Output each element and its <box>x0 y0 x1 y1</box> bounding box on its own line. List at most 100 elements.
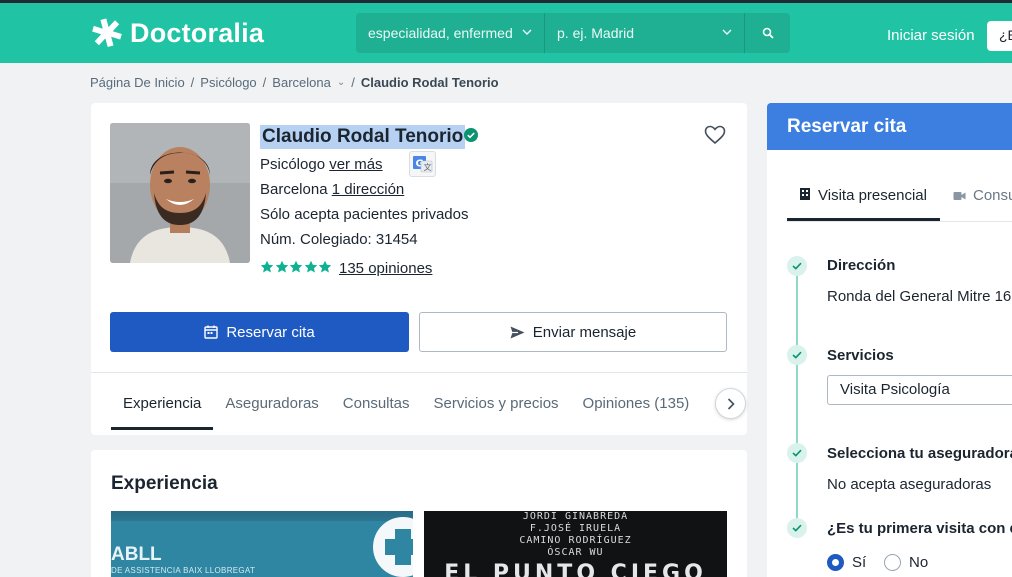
chevron-right-icon <box>727 397 735 410</box>
tab-services-prices[interactable]: Servicios y precios <box>422 373 571 430</box>
star-icon <box>260 260 274 273</box>
first-visit-yes-radio[interactable]: Sí <box>827 554 866 571</box>
calendar-icon <box>204 325 219 339</box>
translate-button[interactable]: G 文 <box>409 151 436 177</box>
tab-insurers[interactable]: Aseguradoras <box>213 373 330 430</box>
chevron-down-icon[interactable]: ⌄ <box>337 77 345 88</box>
send-message-label: Enviar mensaje <box>532 323 637 341</box>
address-label: Dirección <box>827 257 896 274</box>
breadcrumb-specialty[interactable]: Psicólogo <box>200 75 256 90</box>
step-check-icon <box>787 443 807 463</box>
search-bar: especialidad, enfermed p. ej. Madrid <box>356 13 790 53</box>
city-text: Barcelona <box>260 181 328 198</box>
top-navigation-bar: Doctoralia especialidad, enfermed p. ej.… <box>0 0 1012 63</box>
tab-offices[interactable]: Consultas <box>331 373 422 430</box>
svg-text:文: 文 <box>424 162 432 172</box>
building-icon <box>800 188 810 200</box>
rating-stars <box>260 260 333 274</box>
breadcrumb-city[interactable]: Barcelona <box>272 75 331 90</box>
breadcrumb: Página De Inicio / Psicólogo / Barcelona… <box>90 75 499 90</box>
yes-label: Sí <box>852 554 867 571</box>
breadcrumb-home[interactable]: Página De Inicio <box>90 75 185 90</box>
location-line: Barcelona 1 dirección <box>260 181 404 198</box>
poster-title: EL PUNTO CIEGO <box>444 561 707 577</box>
medical-cross-icon <box>373 517 413 577</box>
profile-tabs: Experiencia Aseguradoras Consultas Servi… <box>111 373 714 430</box>
patients-info: Sólo acepta pacientes privados <box>260 206 469 223</box>
step-check-icon <box>787 345 807 365</box>
no-label: No <box>909 554 929 571</box>
experience-image-poster[interactable]: JORDI GINABREDA F.JOSÉ IRUELA CAMINO ROD… <box>424 511 727 577</box>
logo-icon <box>92 18 122 48</box>
experience-card: Experiencia ABLL DE ASSISTENCIA BAIX LLO… <box>91 450 747 577</box>
tab-in-person-visit[interactable]: Visita presencial <box>787 187 940 221</box>
step-check-icon <box>787 518 807 538</box>
tab-next-partial[interactable]: D <box>701 373 714 430</box>
star-icon <box>319 260 332 273</box>
breadcrumb-current: Claudio Rodal Tenorio <box>360 75 499 90</box>
booking-tabs-divider <box>787 221 1012 222</box>
tabs-scroll-right-button[interactable] <box>715 388 746 419</box>
services-label: Servicios <box>827 347 894 364</box>
first-visit-no-radio[interactable]: No <box>884 554 928 571</box>
radio-selected-icon <box>827 554 844 571</box>
doctor-profile-card: Claudio Rodal Tenorio Psicólogo ver más … <box>91 103 747 435</box>
video-camera-icon <box>953 191 966 200</box>
insurance-value: No acepta aseguradoras <box>827 476 992 493</box>
steps-timeline <box>796 265 798 527</box>
specialty-search-input[interactable]: especialidad, enfermed <box>356 13 545 53</box>
clinic-sign-text: ABLL <box>111 544 162 565</box>
insurance-label: Selecciona tu aseguradora <box>827 445 1012 462</box>
doctor-name: Claudio Rodal Tenorio <box>260 125 466 149</box>
chevron-down-icon <box>522 29 532 35</box>
services-select[interactable]: Visita Psicología <box>827 375 1012 405</box>
breadcrumb-separator: / <box>262 75 267 90</box>
step-check-icon <box>787 256 807 276</box>
tab-online-label: Consu <box>973 187 1012 204</box>
tab-experience[interactable]: Experiencia <box>111 373 214 430</box>
search-icon <box>762 27 774 39</box>
poster-credit-line: ÓSCAR WU <box>547 547 604 558</box>
address-link[interactable]: 1 dirección <box>332 181 405 198</box>
book-appointment-button[interactable]: Reservar cita <box>110 312 409 352</box>
location-search-input[interactable]: p. ej. Madrid <box>545 13 745 53</box>
brand-name: Doctoralia <box>130 17 265 48</box>
first-visit-label: ¿Es tu primera visita con es <box>827 520 1012 537</box>
star-icon <box>275 260 288 273</box>
booking-title: Reservar cita <box>767 103 1012 150</box>
address-value: Ronda del General Mitre 16 <box>827 288 1012 305</box>
send-message-button[interactable]: Enviar mensaje <box>419 312 727 352</box>
reviews-link[interactable]: 135 opiniones <box>339 260 432 277</box>
favorite-heart-icon[interactable] <box>704 125 726 145</box>
star-icon <box>289 260 303 273</box>
experience-image-clinic[interactable]: ABLL DE ASSISTENCIA BAIX LLOBREGAT <box>111 511 413 577</box>
see-more-link[interactable]: ver más <box>329 156 382 173</box>
login-link[interactable]: Iniciar sesión <box>887 27 975 44</box>
verified-badge-icon <box>464 128 478 142</box>
specialty-line: Psicólogo ver más <box>260 156 383 173</box>
poster-credit-line: F.JOSÉ IRUELA <box>529 523 622 534</box>
breadcrumb-separator: / <box>190 75 195 90</box>
google-translate-icon: G 文 <box>413 156 433 173</box>
booking-panel: Reservar cita Visita presencial Consu Di… <box>767 103 1012 577</box>
license-number: Núm. Colegiado: 31454 <box>260 231 418 248</box>
poster-credit-line: JORDI GINABREDA <box>522 511 629 522</box>
tab-online-consult[interactable]: Consu <box>953 187 1012 204</box>
send-icon <box>510 326 525 338</box>
doctor-portrait-image <box>110 123 250 263</box>
book-appointment-label: Reservar cita <box>226 323 315 341</box>
experience-title: Experiencia <box>111 473 218 494</box>
breadcrumb-separator: / <box>351 75 355 90</box>
search-button[interactable] <box>745 13 790 53</box>
clinic-sign-subtext: DE ASSISTENCIA BAIX LLOBREGAT <box>111 566 256 575</box>
star-icon <box>304 260 317 273</box>
specialty-placeholder: especialidad, enfermed <box>368 25 513 41</box>
chevron-down-icon <box>722 29 732 35</box>
brand-logo[interactable]: Doctoralia <box>90 17 264 49</box>
tab-in-person-label: Visita presencial <box>818 187 927 204</box>
doctor-photo[interactable] <box>110 123 250 263</box>
location-placeholder: p. ej. Madrid <box>557 25 635 41</box>
header-secondary-button[interactable]: ¿E <box>987 21 1012 51</box>
specialty-text: Psicólogo <box>260 156 326 173</box>
tab-reviews[interactable]: Opiniones (135) <box>571 373 702 430</box>
